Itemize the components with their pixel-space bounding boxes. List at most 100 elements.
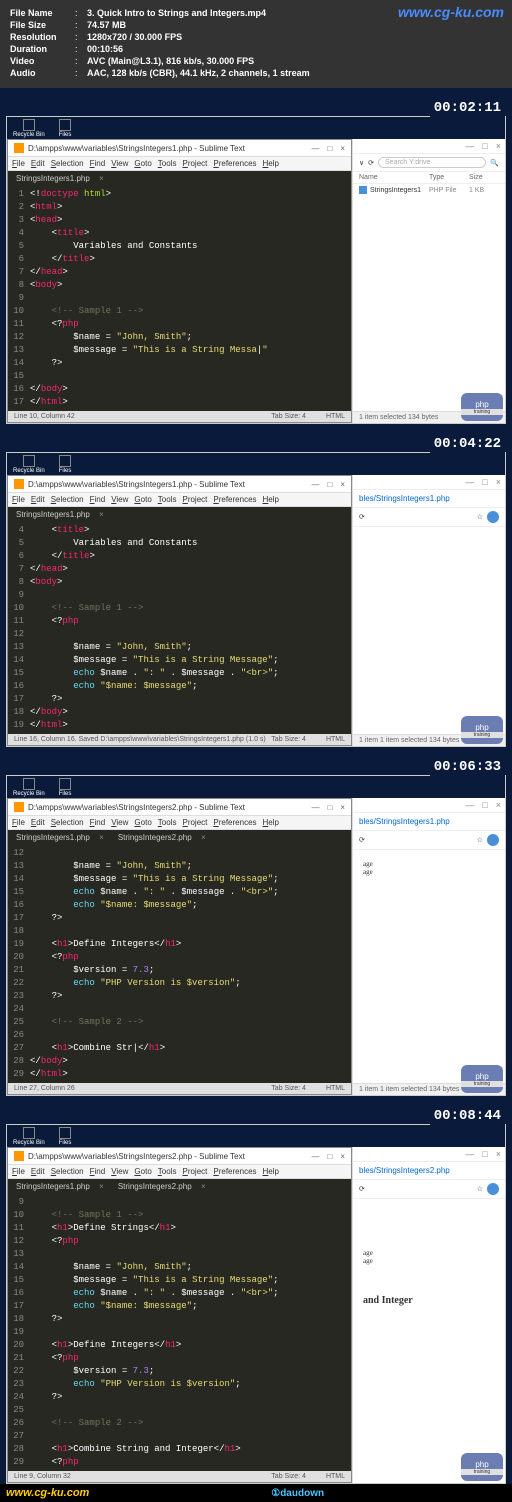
browser-pane: —□× bles/StringsIntegers1.php ⟳☆ 1 item … (352, 475, 505, 746)
menu-item[interactable]: Goto (134, 159, 151, 168)
files-icon[interactable]: Files (59, 455, 72, 474)
menu-item[interactable]: Preferences (213, 495, 256, 504)
menu-item[interactable]: View (111, 1167, 128, 1176)
close-icon[interactable]: × (340, 144, 345, 153)
search-input[interactable]: Search Y:drive (378, 157, 486, 168)
recycle-bin-icon[interactable]: Recycle Bin (13, 119, 45, 138)
browser-pane: —□× bles/StringsIntegers2.php ⟳☆ age age… (352, 1147, 505, 1483)
browser-pane: —□× bles/StringsIntegers1.php ⟳☆ age age… (352, 798, 505, 1095)
menu-item[interactable]: Find (90, 818, 106, 827)
browser-tab[interactable]: bles/StringsIntegers2.php (353, 1162, 505, 1180)
recycle-bin-icon[interactable]: Recycle Bin (13, 455, 45, 474)
menu-item[interactable]: Edit (31, 159, 45, 168)
menu-item[interactable]: Help (263, 818, 279, 827)
menu-item[interactable]: Tools (158, 1167, 177, 1176)
minimize-icon[interactable]: — (465, 141, 474, 151)
maximize-icon[interactable]: □ (327, 144, 332, 153)
screenshot-panel-3: 00:06:33 Recycle BinFiles D:\ampps\www\v… (6, 775, 506, 1096)
watermark-daudown: ①daudown (271, 1488, 324, 1499)
resolution-label: Resolution (10, 32, 75, 42)
file-row[interactable]: StringsIntegers1PHP File1 KB (353, 184, 505, 196)
reload-icon[interactable]: ⟳ (359, 513, 365, 521)
menu-item[interactable]: Tools (158, 818, 177, 827)
menubar: File Edit Selection Find View Goto Tools Projec… (8, 157, 351, 171)
menu-item[interactable]: Project (182, 495, 207, 504)
timestamp-2: 00:04:22 (430, 435, 505, 453)
audio-value: AAC, 128 kb/s (CBR), 44.1 kHz, 2 channel… (87, 68, 502, 78)
menu-item[interactable]: File (12, 1167, 25, 1176)
menu-item[interactable]: Find (90, 495, 106, 504)
php-training-badge: phptraining (461, 393, 503, 421)
timestamp-1: 00:02:11 (430, 99, 505, 117)
code-editor[interactable]: 4 <title>5 Variables and Constants6 </ti… (8, 522, 351, 734)
menu-item[interactable]: Preferences (213, 159, 256, 168)
menu-item[interactable]: Goto (134, 495, 151, 504)
menu-item[interactable]: Selection (51, 1167, 84, 1176)
sublime-window: D:\ampps\www\variables\StringsIntegers2.… (7, 1147, 352, 1483)
menu-item[interactable]: Selection (51, 818, 84, 827)
recycle-bin-icon[interactable]: Recycle Bin (13, 778, 45, 797)
search-icon[interactable]: 🔍 (490, 159, 499, 167)
menu-item[interactable]: Tools (158, 159, 177, 168)
desktop-bar: Recycle Bin Files (7, 117, 505, 139)
menu-item[interactable]: Find (90, 1167, 106, 1176)
maximize-icon[interactable]: □ (482, 141, 487, 151)
menu-item[interactable]: Preferences (213, 818, 256, 827)
code-editor[interactable]: 1<!doctype html>2<html>3<head>4 <title>5… (8, 186, 351, 411)
menu-item[interactable]: Tools (158, 495, 177, 504)
menu-item[interactable]: Edit (31, 1167, 45, 1176)
menu-item[interactable]: File (12, 495, 25, 504)
menu-item[interactable]: Find (90, 159, 106, 168)
menu-item[interactable]: Preferences (213, 1167, 256, 1176)
files-icon[interactable]: Files (59, 778, 72, 797)
menu-item[interactable]: Project (182, 159, 207, 168)
menu-item[interactable]: Help (263, 495, 279, 504)
watermark-top: www.cg-ku.com (398, 4, 504, 20)
menu-item[interactable]: Help (263, 159, 279, 168)
file-size-label: File Size (10, 20, 75, 30)
screenshot-panel-1: 00:02:11 Recycle Bin Files D:\ampps\www\… (6, 116, 506, 424)
browser-tab[interactable]: bles/StringsIntegers1.php (353, 490, 505, 508)
explorer-pane: —□× ∨⟳Search Y:drive🔍 NameTypeSize Strin… (352, 139, 505, 423)
statusbar: Line 10, Column 42Tab Size: 4HTML (8, 411, 351, 422)
duration-label: Duration (10, 44, 75, 54)
resolution-value: 1280x720 / 30.000 FPS (87, 32, 502, 42)
menu-item[interactable]: View (111, 818, 128, 827)
editor-tab[interactable]: StringsIntegers1.php (8, 830, 108, 845)
files-icon[interactable]: Files (59, 119, 72, 138)
menu-item[interactable]: Goto (134, 1167, 151, 1176)
menu-item[interactable]: Selection (51, 495, 84, 504)
menu-item[interactable]: File (12, 159, 25, 168)
editor-tab[interactable]: StringsIntegers2.php (110, 830, 210, 845)
sublime-window: D:\ampps\www\variables\StringsIntegers1.… (7, 139, 352, 423)
menu-item[interactable]: Edit (31, 495, 45, 504)
menu-item[interactable]: Project (182, 818, 207, 827)
menu-item[interactable]: Selection (51, 159, 84, 168)
screenshot-panel-2: 00:04:22 Recycle BinFiles D:\ampps\www\v… (6, 452, 506, 747)
menu-item[interactable]: Help (263, 1167, 279, 1176)
titlebar[interactable]: D:\ampps\www\variables\StringsIntegers1.… (8, 140, 351, 157)
menu-item[interactable]: Edit (31, 818, 45, 827)
minimize-icon[interactable]: — (311, 144, 319, 153)
code-editor[interactable]: 1213 $name = "John, Smith";14 $message =… (8, 845, 351, 1083)
watermark-cgku: www.cg-ku.com (6, 1487, 89, 1499)
dropdown-icon[interactable]: ∨ (359, 159, 364, 167)
files-icon[interactable]: Files (59, 1127, 72, 1146)
star-icon[interactable]: ☆ (477, 513, 483, 521)
avatar-icon[interactable] (487, 511, 499, 523)
editor-tab[interactable]: StringsIntegers1.php (8, 507, 108, 522)
recycle-bin-icon[interactable]: Recycle Bin (13, 1127, 45, 1146)
menu-item[interactable]: Goto (134, 818, 151, 827)
code-editor[interactable]: 910 <!-- Sample 1 -->11 <h1>Define Strin… (8, 1194, 351, 1471)
file-name-label: File Name (10, 8, 75, 18)
menu-item[interactable]: View (111, 159, 128, 168)
browser-tab[interactable]: bles/StringsIntegers1.php (353, 813, 505, 831)
refresh-icon[interactable]: ⟳ (368, 159, 374, 167)
close-icon[interactable]: × (496, 141, 501, 151)
menu-item[interactable]: File (12, 818, 25, 827)
php-file-icon (359, 186, 367, 194)
app-icon (14, 143, 24, 153)
menu-item[interactable]: View (111, 495, 128, 504)
menu-item[interactable]: Project (182, 1167, 207, 1176)
editor-tab[interactable]: StringsIntegers1.php (8, 171, 108, 186)
